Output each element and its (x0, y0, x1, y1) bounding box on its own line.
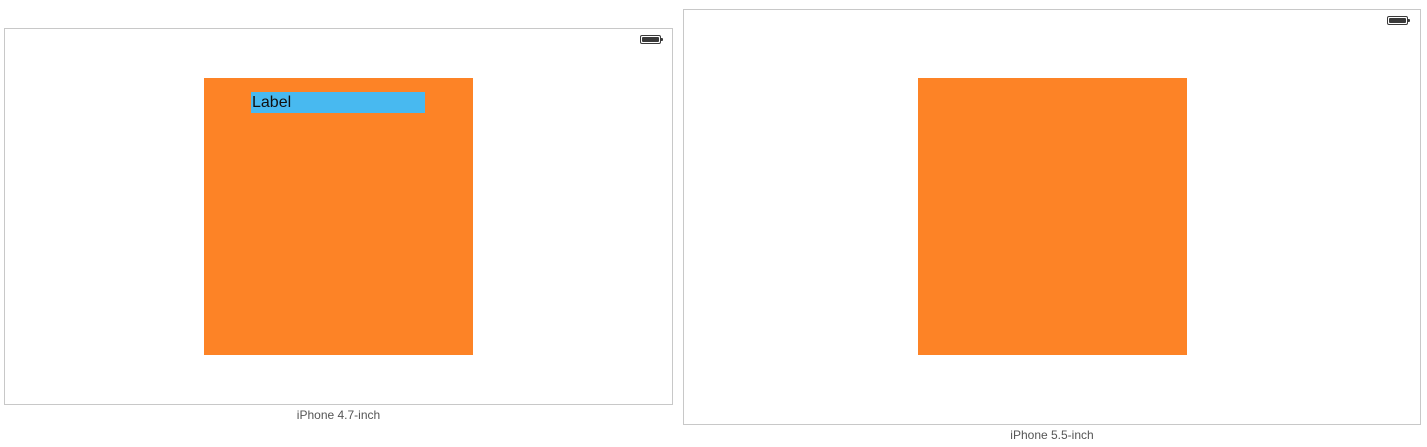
canvas: Label iPhone 4.7-inch iPhone 5.5-inch (0, 0, 1427, 447)
device-caption: iPhone 4.7-inch (296, 408, 381, 422)
device-frame-iphone-5-5[interactable] (683, 9, 1421, 425)
device-caption: iPhone 5.5-inch (1010, 428, 1094, 442)
battery-icon (1387, 16, 1410, 25)
device-frame-iphone-4-7[interactable]: Label (4, 28, 673, 405)
battery-icon (640, 35, 663, 44)
label-view[interactable]: Label (251, 92, 425, 113)
orange-view[interactable] (918, 78, 1187, 355)
orange-view[interactable]: Label (204, 78, 473, 355)
